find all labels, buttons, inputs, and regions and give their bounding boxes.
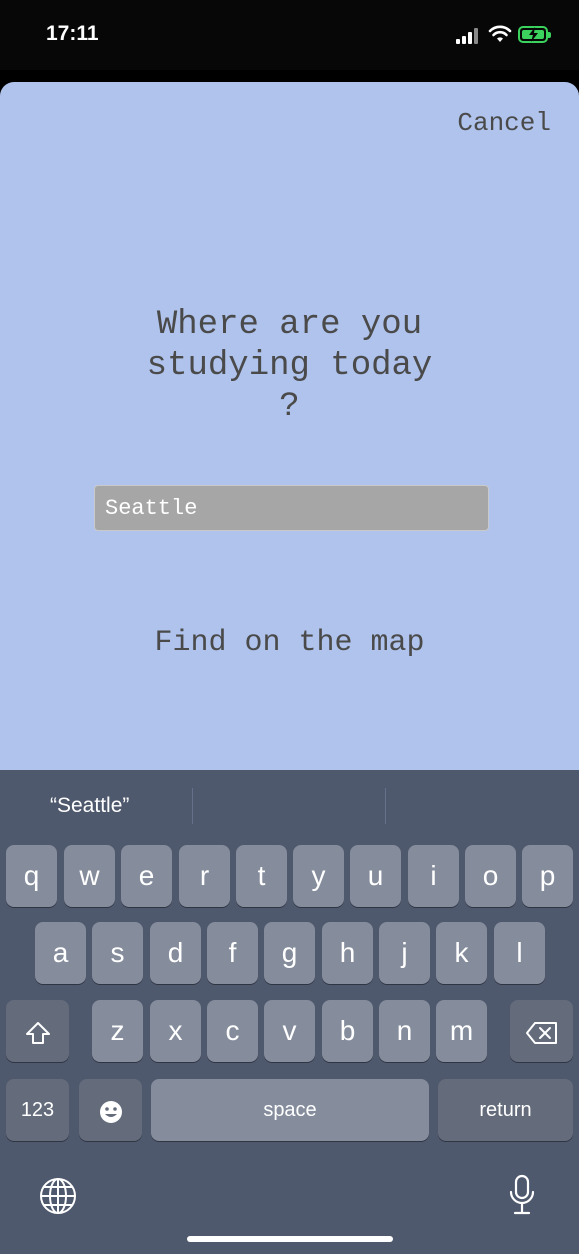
key-a[interactable]: a (35, 922, 86, 984)
find-on-map-button[interactable]: Find on the map (0, 626, 579, 660)
suggestion-divider (385, 788, 386, 824)
key-w[interactable]: w (64, 845, 115, 907)
key-x[interactable]: x (150, 1000, 201, 1062)
key-k[interactable]: k (436, 922, 487, 984)
suggestion-bar: “Seattle” (0, 770, 579, 840)
key-q[interactable]: q (6, 845, 57, 907)
question-line: ? (279, 388, 300, 426)
key-c[interactable]: c (207, 1000, 258, 1062)
emoji-icon (99, 1100, 122, 1123)
emoji-key[interactable] (79, 1079, 142, 1141)
key-p[interactable]: p (522, 845, 573, 907)
battery-charging-icon (518, 26, 551, 43)
cellular-signal-icon (456, 28, 482, 44)
suggestion-divider (192, 788, 193, 824)
key-z[interactable]: z (92, 1000, 143, 1062)
key-f[interactable]: f (207, 922, 258, 984)
delete-backspace-icon (525, 1021, 557, 1044)
key-y[interactable]: y (293, 845, 344, 907)
shift-icon (25, 1021, 50, 1044)
key-h[interactable]: h (322, 922, 373, 984)
key-n[interactable]: n (379, 1000, 430, 1062)
key-m[interactable]: m (436, 1000, 487, 1062)
page-title: Where are you studying today ? (0, 305, 579, 428)
key-g[interactable]: g (264, 922, 315, 984)
suggestion-1[interactable]: “Seattle” (50, 794, 129, 818)
question-line: Where are you (156, 306, 423, 344)
space-key[interactable]: space (151, 1079, 429, 1141)
globe-icon[interactable] (39, 1177, 77, 1215)
status-bar: 17:11 (0, 0, 579, 70)
location-sheet: Cancel Where are you studying today ? Fi… (0, 82, 579, 782)
return-key[interactable]: return (438, 1079, 573, 1141)
key-j[interactable]: j (379, 922, 430, 984)
key-e[interactable]: e (121, 845, 172, 907)
home-indicator (187, 1236, 393, 1242)
numbers-key[interactable]: 123 (6, 1079, 69, 1141)
cancel-button[interactable]: Cancel (457, 108, 551, 138)
key-l[interactable]: l (494, 922, 545, 984)
status-time: 17:11 (46, 22, 99, 45)
location-input[interactable] (94, 485, 489, 531)
key-v[interactable]: v (264, 1000, 315, 1062)
key-d[interactable]: d (150, 922, 201, 984)
key-u[interactable]: u (350, 845, 401, 907)
key-o[interactable]: o (465, 845, 516, 907)
key-i[interactable]: i (408, 845, 459, 907)
delete-key[interactable] (510, 1000, 573, 1062)
shift-key[interactable] (6, 1000, 69, 1062)
keyboard: “Seattle” q w e r t y u i o p a s d f g … (0, 770, 579, 1254)
key-r[interactable]: r (179, 845, 230, 907)
key-b[interactable]: b (322, 1000, 373, 1062)
microphone-icon[interactable] (507, 1174, 537, 1216)
key-s[interactable]: s (92, 922, 143, 984)
question-line: studying today (146, 347, 433, 385)
wifi-icon (488, 25, 512, 42)
key-t[interactable]: t (236, 845, 287, 907)
